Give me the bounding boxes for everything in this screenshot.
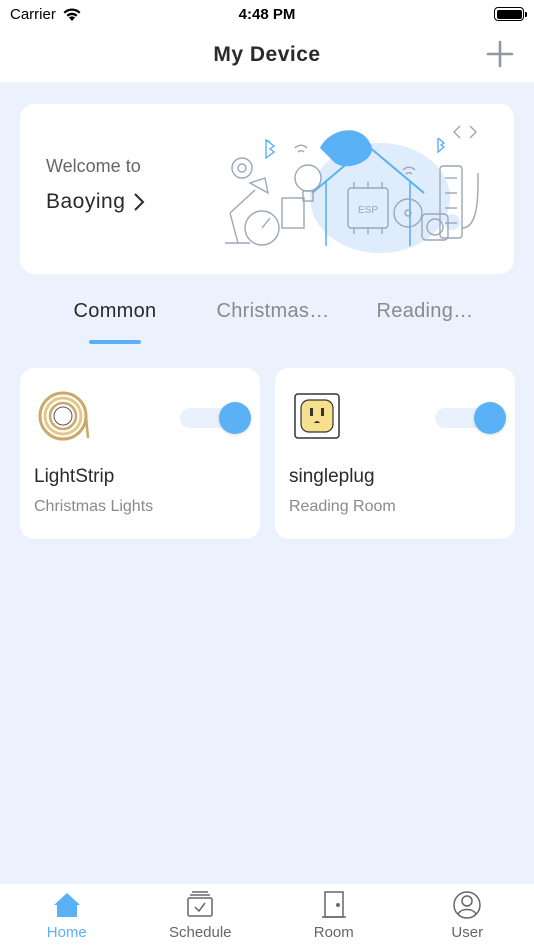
toggle-knob xyxy=(474,402,506,434)
tab-christmas[interactable]: Christmas… xyxy=(209,300,337,323)
device-room: Christmas Lights xyxy=(34,498,154,515)
battery-icon xyxy=(494,7,527,21)
page-title: My Device xyxy=(213,43,321,66)
tab-reading[interactable]: Reading… xyxy=(361,300,489,323)
device-name: singleplug xyxy=(289,466,375,487)
nav-label: Schedule xyxy=(168,924,232,941)
home-icon xyxy=(53,893,80,917)
nav-label: Home xyxy=(46,924,87,941)
tab-active-indicator xyxy=(89,340,141,344)
wifi-icon xyxy=(63,7,81,21)
tab-common[interactable]: Common xyxy=(51,300,179,323)
light-strip-icon xyxy=(38,391,90,441)
power-toggle[interactable] xyxy=(435,402,506,434)
nav-home[interactable]: Home xyxy=(0,884,134,950)
welcome-card[interactable]: Welcome to Baoying ESP xyxy=(20,104,514,274)
home-name-link[interactable]: Baoying xyxy=(46,190,145,214)
carrier-label: Carrier xyxy=(10,5,56,23)
plug-socket-icon xyxy=(294,393,340,439)
power-toggle[interactable] xyxy=(180,402,251,434)
nav-schedule[interactable]: Schedule xyxy=(134,884,268,950)
chevron-right-icon xyxy=(134,193,145,211)
nav-label: User xyxy=(451,924,484,941)
home-name: Baoying xyxy=(46,190,126,213)
main-content: Welcome to Baoying ESP Common Christmas…… xyxy=(0,82,534,884)
device-card-singleplug[interactable]: singleplug Reading Room xyxy=(275,368,515,539)
welcome-label: Welcome to xyxy=(46,156,141,176)
device-room: Reading Room xyxy=(289,498,396,515)
toggle-knob xyxy=(219,402,251,434)
header: My Device xyxy=(0,28,534,82)
status-bar: Carrier 4:48 PM xyxy=(0,0,534,28)
status-left: Carrier xyxy=(10,6,82,23)
bottom-nav: Home Schedule Room User xyxy=(0,884,534,950)
door-icon xyxy=(321,891,346,918)
add-device-button[interactable] xyxy=(486,40,514,68)
nav-room[interactable]: Room xyxy=(267,884,401,950)
room-tabs: Common Christmas… Reading… xyxy=(0,292,534,352)
schedule-icon xyxy=(187,891,213,917)
user-icon xyxy=(453,891,481,919)
device-card-lightstrip[interactable]: LightStrip Christmas Lights xyxy=(20,368,260,539)
nav-label: Room xyxy=(313,924,354,941)
battery-fill xyxy=(496,9,522,19)
svg-text:ESP: ESP xyxy=(358,205,378,216)
smart-home-illustration: ESP xyxy=(225,125,479,253)
nav-user[interactable]: User xyxy=(401,884,534,950)
device-name: LightStrip xyxy=(34,466,115,487)
